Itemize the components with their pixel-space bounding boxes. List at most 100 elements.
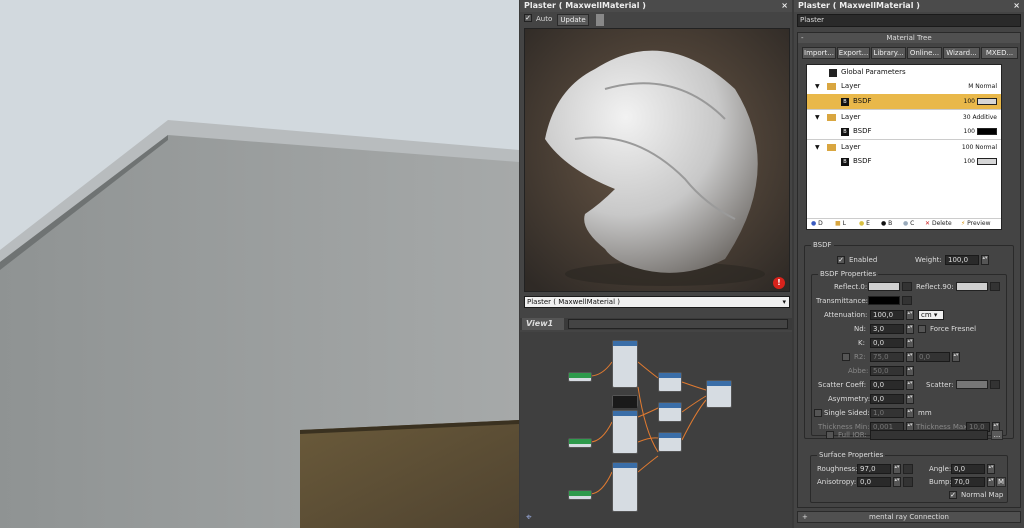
tab-name-field[interactable] [568, 319, 788, 329]
bsdf-color-swatch[interactable] [977, 98, 997, 105]
preview-button[interactable]: ⚡ Preview [961, 219, 991, 229]
tree-row-bsdf-selected[interactable]: B BSDF 100 [807, 94, 1001, 109]
single-sided-spinner[interactable]: ▴▾ [906, 408, 914, 418]
asymmetry-spinner[interactable]: ▴▾ [906, 394, 914, 404]
anisotropy-field[interactable]: 0,0 [857, 477, 891, 487]
nd-spinner[interactable]: ▴▾ [906, 324, 914, 334]
graph-node[interactable] [706, 380, 732, 408]
material-name-field[interactable]: Plaster [797, 14, 1021, 27]
graph-node[interactable] [568, 438, 592, 448]
graph-node[interactable] [612, 340, 638, 388]
delete-button[interactable]: ✕ Delete [925, 219, 952, 229]
node-graph[interactable]: ⌖ [520, 332, 792, 528]
r2-field-2[interactable]: 0,0 [916, 352, 950, 362]
asymmetry-field[interactable]: 0,0 [870, 394, 904, 404]
tree-row-layer[interactable]: ▼ Layer 100 Normal [807, 139, 1001, 154]
roughness-spinner[interactable]: ▴▾ [893, 464, 901, 474]
mental-ray-rollout[interactable]: + mental ray Connection [797, 511, 1021, 523]
online-button[interactable]: Online... [907, 47, 942, 59]
weight-spinner[interactable]: ▴▾ [981, 255, 989, 265]
k-spinner[interactable]: ▴▾ [906, 338, 914, 348]
full-ior-browse-button[interactable]: ... [991, 430, 1003, 440]
reflect0-map-button[interactable] [902, 282, 912, 291]
k-field[interactable]: 0,0 [870, 338, 904, 348]
force-fresnel-checkbox[interactable] [918, 325, 926, 333]
reflect90-map-button[interactable] [990, 282, 1000, 291]
scatter-map-button[interactable] [990, 380, 1000, 389]
tree-row-bsdf[interactable]: B BSDF 100 [807, 154, 1001, 169]
material-select[interactable]: Plaster ( MaxwellMaterial ) ▾ [524, 296, 790, 308]
enabled-checkbox[interactable]: ✓ [837, 256, 845, 264]
export-button[interactable]: Export... [837, 47, 870, 59]
reflect0-swatch[interactable] [868, 282, 900, 291]
material-tree[interactable]: Global Parameters ▼ Layer M Normal B BSD… [806, 64, 1002, 230]
single-sided-field[interactable]: 1,0 [870, 408, 904, 418]
roughness-field[interactable]: 97,0 [857, 464, 891, 474]
error-icon[interactable]: ! [773, 277, 785, 289]
add-bsdf-button[interactable]: ● B [881, 219, 892, 229]
bump-field[interactable]: 70,0 [951, 477, 985, 487]
r2-checkbox[interactable] [842, 353, 850, 361]
expand-icon[interactable]: ▼ [815, 110, 820, 125]
normal-map-checkbox[interactable]: ✓ [949, 491, 957, 499]
wizard-button[interactable]: Wizard... [943, 47, 980, 59]
rollout-header[interactable]: - Material Tree [798, 33, 1020, 43]
single-sided-checkbox[interactable] [814, 409, 822, 417]
add-coating-button[interactable]: ● C [903, 219, 914, 229]
graph-node[interactable] [658, 402, 682, 422]
attenuation-field[interactable]: 100,0 [870, 310, 904, 320]
transmittance-map-button[interactable] [902, 296, 912, 305]
navigate-icon[interactable]: ⌖ [526, 512, 532, 523]
nd-field[interactable]: 3,0 [870, 324, 904, 334]
graph-node[interactable] [568, 372, 592, 382]
roughness-map-button[interactable] [903, 464, 913, 474]
scatter-swatch[interactable] [956, 380, 988, 389]
bsdf-color-swatch[interactable] [977, 128, 997, 135]
attenuation-unit-select[interactable]: cm ▾ [918, 310, 944, 320]
r2-spinner-2[interactable]: ▴▾ [952, 352, 960, 362]
weight-field[interactable]: 100,0 [945, 255, 979, 265]
close-icon[interactable]: × [781, 0, 788, 12]
bump-spinner[interactable]: ▴▾ [987, 477, 995, 487]
bump-map-button[interactable]: M [996, 477, 1006, 487]
graph-node[interactable] [658, 432, 682, 452]
library-button[interactable]: Library... [871, 47, 906, 59]
add-emitter-button[interactable]: ● E [859, 219, 870, 229]
tree-row-bsdf[interactable]: B BSDF 100 [807, 124, 1001, 139]
tree-row-layer[interactable]: ▼ Layer 30 Additive [807, 109, 1001, 124]
update-button[interactable]: Update [557, 14, 589, 26]
anisotropy-map-button[interactable] [903, 477, 913, 487]
r2-spinner[interactable]: ▴▾ [906, 352, 914, 362]
graph-node[interactable] [612, 410, 638, 454]
full-ior-checkbox[interactable] [826, 431, 834, 439]
attenuation-spinner[interactable]: ▴▾ [906, 310, 914, 320]
tab-view1[interactable]: View1 [522, 318, 564, 330]
transmittance-swatch[interactable] [868, 296, 900, 305]
scatter-coeff-spinner[interactable]: ▴▾ [906, 380, 914, 390]
close-icon[interactable]: × [1013, 0, 1020, 12]
mxed-button[interactable]: MXED... [981, 47, 1018, 59]
graph-node[interactable] [612, 395, 638, 408]
reflect90-swatch[interactable] [956, 282, 988, 291]
full-ior-field[interactable] [870, 430, 988, 440]
graph-node[interactable] [568, 490, 592, 500]
abbe-field[interactable]: 50,0 [870, 366, 904, 376]
angle-field[interactable]: 0,0 [951, 464, 985, 474]
add-dielectric-button[interactable]: ● D [811, 219, 823, 229]
import-button[interactable]: Import... [802, 47, 836, 59]
tree-row-layer[interactable]: ▼ Layer M Normal [807, 79, 1001, 94]
graph-node[interactable] [658, 372, 682, 392]
graph-node[interactable] [612, 462, 638, 512]
expand-icon[interactable]: ▼ [815, 79, 820, 94]
abbe-spinner[interactable]: ▴▾ [906, 366, 914, 376]
anisotropy-spinner[interactable]: ▴▾ [893, 477, 901, 487]
bsdf-color-swatch[interactable] [977, 158, 997, 165]
add-layer-button[interactable]: ■ L [835, 219, 846, 229]
r2-field[interactable]: 75,0 [870, 352, 904, 362]
auto-checkbox[interactable]: ✓ [524, 14, 534, 24]
rollout-toggle[interactable]: - [801, 33, 804, 43]
tree-row-global[interactable]: Global Parameters [807, 65, 1001, 80]
angle-spinner[interactable]: ▴▾ [987, 464, 995, 474]
expand-icon[interactable]: ▼ [815, 140, 820, 155]
options-icon[interactable] [596, 14, 604, 26]
